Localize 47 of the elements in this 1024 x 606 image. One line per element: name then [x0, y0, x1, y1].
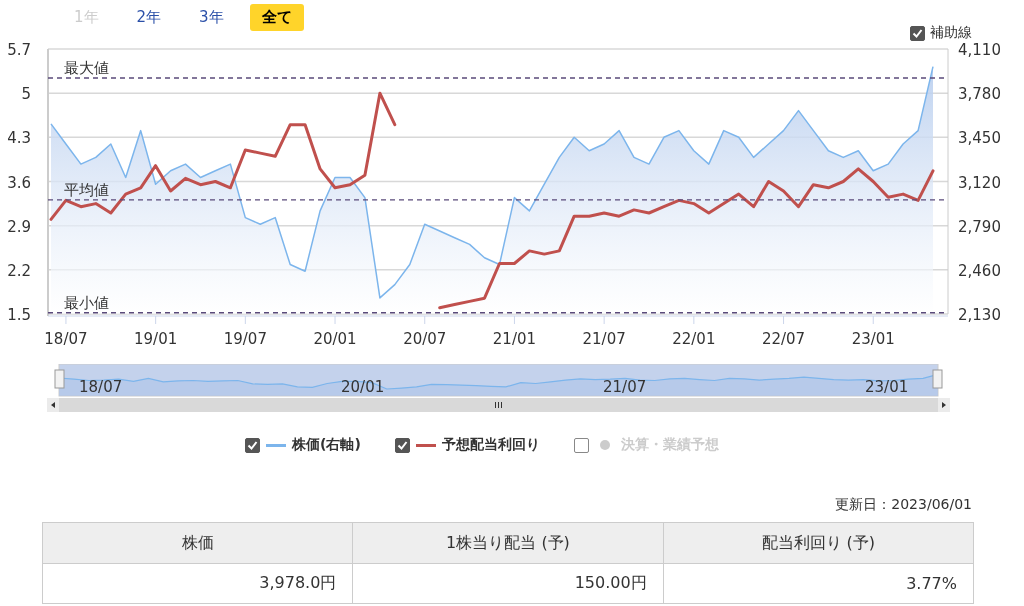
column-header: 配当利回り (予) [663, 522, 974, 564]
reference-label: 平均値 [64, 180, 109, 199]
axis-label: 4.3 [7, 129, 31, 148]
axis-label: 4,110 [958, 41, 1001, 59]
column-header: 1株当り配当 (予) [352, 522, 664, 564]
table-cell: 3.77% [663, 563, 974, 604]
axis-label: 20/07 [403, 330, 447, 348]
axis-label: 3,780 [958, 85, 1001, 104]
column-header: 株価 [42, 522, 353, 564]
table-cell: 150.00円 [352, 563, 664, 604]
range-tab[interactable]: 3年 [187, 4, 236, 31]
axis-label: 22/01 [672, 330, 716, 348]
axis-label: 19/07 [223, 330, 267, 348]
legend-label[interactable]: 予想配当利回り [441, 436, 540, 454]
axis-label: 2,460 [958, 261, 1001, 280]
axis-label: 2,130 [958, 306, 1001, 324]
axis-label: 5.7 [7, 41, 31, 59]
guide-lines-label: 補助線 [930, 24, 972, 42]
axis-label: 18/07 [44, 330, 88, 348]
checkbox[interactable] [910, 25, 925, 41]
range-tab[interactable]: 全て [249, 4, 304, 31]
legend-label[interactable]: 株価(右軸) [292, 436, 361, 454]
axis-label: 1.5 [7, 306, 31, 324]
axis-label: 23/01 [865, 378, 909, 396]
update-date: 更新日：2023/06/01 [834, 496, 973, 514]
axis-label: 21/07 [582, 330, 626, 348]
range-tab[interactable]: 2年 [124, 4, 174, 31]
axis-label: 23/01 [851, 330, 895, 348]
checkbox[interactable] [394, 437, 410, 453]
axis-label: 3,120 [958, 173, 1001, 192]
axis-label: 20/01 [313, 330, 357, 348]
reference-label: 最大値 [64, 59, 109, 77]
axis-label: 22/07 [761, 330, 806, 348]
axis-label: 18/07 [79, 378, 123, 396]
axis-label: 20/01 [341, 378, 385, 396]
checkbox[interactable] [245, 437, 261, 453]
table-cell: 3,978.0円 [42, 563, 353, 604]
axis-label: 2.2 [7, 261, 31, 280]
axis-label: 21/07 [603, 378, 647, 396]
axis-label: 21/01 [492, 330, 537, 348]
axis-label: 5 [21, 85, 31, 104]
axis-label: 19/01 [134, 330, 178, 348]
axis-label: 3.6 [7, 173, 31, 192]
reference-label: 最小値 [64, 293, 109, 312]
axis-label: 2,790 [958, 217, 1001, 236]
axis-label: 2.9 [7, 217, 31, 236]
axis-label: 3,450 [958, 129, 1001, 148]
